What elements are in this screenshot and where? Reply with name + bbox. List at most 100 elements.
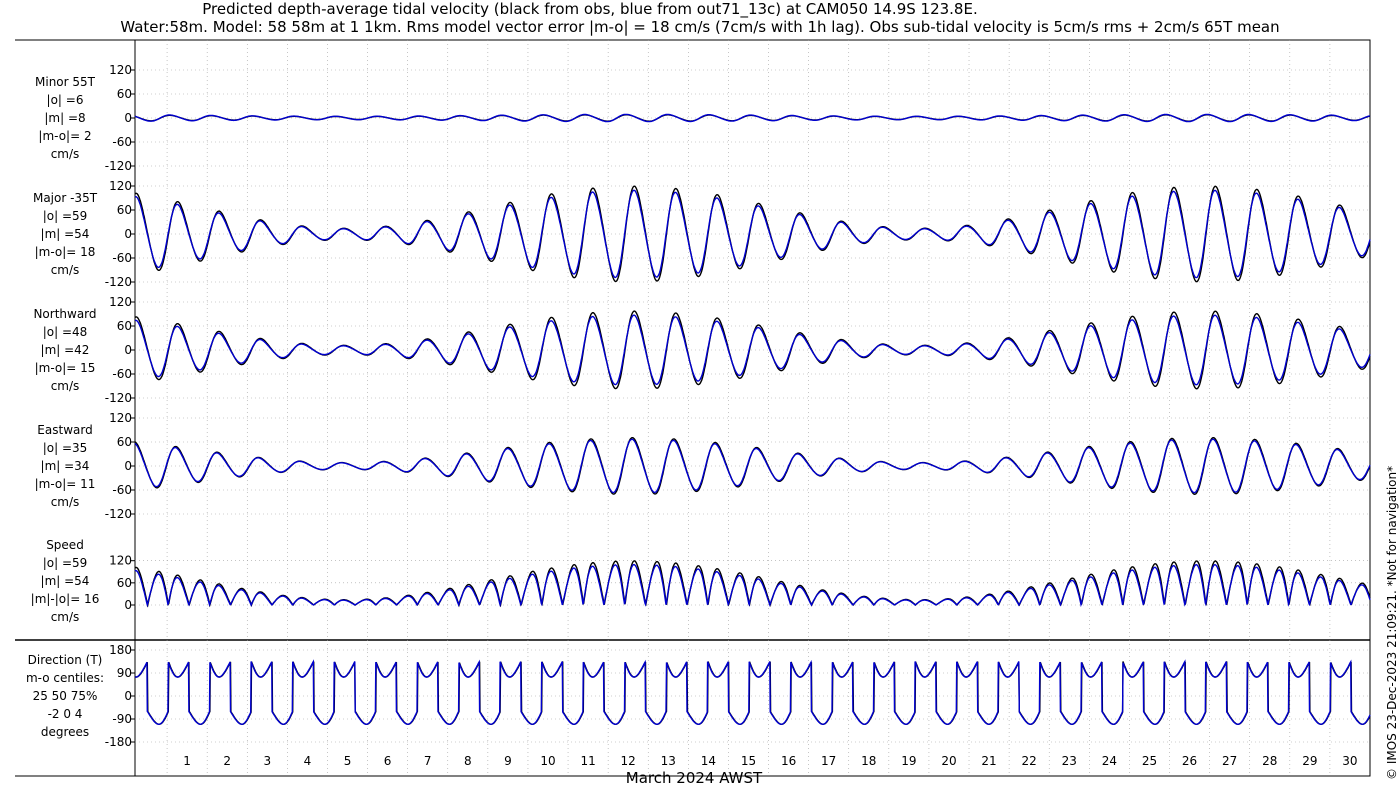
x-tick-label: 30 xyxy=(1342,754,1357,768)
x-tick-label: 12 xyxy=(621,754,636,768)
panel-label-minor: |m| =8 xyxy=(44,111,85,125)
y-tick-label-speed: 0 xyxy=(124,598,132,612)
y-tick-label-dir: -180 xyxy=(105,735,132,749)
x-axis: 1 2 3 4 5 6 7 8 9 10 11 12 13 14 15 16 17 18 19 20 21 22 23 24 2… xyxy=(183,754,1357,787)
panel-label-minor: Minor 55T xyxy=(35,75,96,89)
panel-label-north: |m-o|= 15 xyxy=(35,361,96,375)
tidal-velocity-chart: 120600-60-120Minor 55T|o| =6|m| =8|m-o|=… xyxy=(15,39,1371,787)
y-tick-label-speed: 120 xyxy=(109,554,132,568)
panel-label-speed: cm/s xyxy=(51,610,80,624)
x-tick-label: 7 xyxy=(424,754,432,768)
x-tick-label: 27 xyxy=(1222,754,1237,768)
x-tick-label: 10 xyxy=(540,754,555,768)
y-tick-label-minor: 120 xyxy=(109,63,132,77)
panel-label-minor: |m-o|= 2 xyxy=(38,129,91,143)
y-tick-label-minor: 0 xyxy=(124,111,132,125)
y-tick-label-major: 120 xyxy=(109,179,132,193)
series-model-dir xyxy=(134,659,1371,726)
y-tick-label-minor: -60 xyxy=(112,135,132,149)
panel-label-east: |o| =35 xyxy=(43,441,88,455)
panel-label-dir: -2 0 4 xyxy=(48,707,83,721)
panel-label-major: cm/s xyxy=(51,263,80,277)
x-tick-label: 16 xyxy=(781,754,796,768)
panel-label-major: |m| =54 xyxy=(41,227,90,241)
y-tick-label-speed: 60 xyxy=(117,576,132,590)
panel-label-speed: |o| =59 xyxy=(43,556,88,570)
y-tick-label-north: 0 xyxy=(124,343,132,357)
y-tick-label-north: -60 xyxy=(112,367,132,381)
y-tick-label-east: -120 xyxy=(105,507,132,521)
panel-label-major: |m-o|= 18 xyxy=(35,245,96,259)
x-tick-label: 15 xyxy=(741,754,756,768)
y-tick-label-dir: 180 xyxy=(109,643,132,657)
panel-label-north: cm/s xyxy=(51,379,80,393)
data-series xyxy=(134,113,1371,726)
panel-label-major: Major -35T xyxy=(33,191,98,205)
x-tick-label: 6 xyxy=(384,754,392,768)
y-tick-label-north: 60 xyxy=(117,319,132,333)
y-tick-label-minor: -120 xyxy=(105,159,132,173)
x-tick-label: 13 xyxy=(661,754,676,768)
x-tick-label: 14 xyxy=(701,754,716,768)
x-tick-label: 4 xyxy=(304,754,312,768)
x-tick-label: 25 xyxy=(1142,754,1157,768)
y-tick-label-dir: 0 xyxy=(124,689,132,703)
panel-label-speed: |m|-|o|= 16 xyxy=(31,592,100,606)
panel-label-major: |o| =59 xyxy=(43,209,88,223)
y-tick-label-dir: 90 xyxy=(117,666,132,680)
x-tick-label: 2 xyxy=(223,754,231,768)
x-tick-label: 5 xyxy=(344,754,352,768)
x-tick-label: 3 xyxy=(264,754,272,768)
panel-label-dir: degrees xyxy=(41,725,89,739)
y-tick-label-north: -120 xyxy=(105,391,132,405)
y-tick-label-minor: 60 xyxy=(117,87,132,101)
y-tick-label-east: -60 xyxy=(112,483,132,497)
series-model-north xyxy=(134,314,1371,386)
x-tick-label: 22 xyxy=(1022,754,1037,768)
y-tick-label-major: -60 xyxy=(112,251,132,265)
panel-label-north: Northward xyxy=(33,307,96,321)
panel-label-east: cm/s xyxy=(51,495,80,509)
panel-labels: 120 60 0 -60 -120 Minor 55T |o| =6 |m| =8 |m-o|=… xyxy=(26,63,135,749)
y-tick-label-east: 0 xyxy=(124,459,132,473)
x-tick-label: 18 xyxy=(861,754,876,768)
y-tick-label-north: 120 xyxy=(109,295,132,309)
series-model-major xyxy=(134,189,1371,279)
x-tick-label: 23 xyxy=(1062,754,1077,768)
panel-label-dir: Direction (T) xyxy=(28,653,103,667)
x-tick-label: 8 xyxy=(464,754,472,768)
y-tick-label-dir: -90 xyxy=(112,712,132,726)
series-obs-speed xyxy=(134,560,1371,608)
panel-label-east: |m| =34 xyxy=(41,459,90,473)
panel-label-dir: 25 50 75% xyxy=(33,689,98,703)
x-tick-label: 9 xyxy=(504,754,512,768)
x-tick-label: 19 xyxy=(901,754,916,768)
x-tick-label: 1 xyxy=(183,754,191,768)
x-tick-label: 11 xyxy=(580,754,595,768)
x-tick-label: 20 xyxy=(941,754,956,768)
series-model-east xyxy=(134,438,1371,494)
panel-label-north: |o| =48 xyxy=(43,325,88,339)
x-tick-label: 17 xyxy=(821,754,836,768)
y-tick-label-east: 60 xyxy=(117,435,132,449)
x-axis-label: March 2024 AWST xyxy=(626,769,763,787)
panel-label-east: Eastward xyxy=(37,423,92,437)
y-tick-label-major: -120 xyxy=(105,275,132,289)
x-tick-label: 24 xyxy=(1102,754,1117,768)
panel-label-speed: Speed xyxy=(46,538,84,552)
panel-label-speed: |m| =54 xyxy=(41,574,90,588)
panel-label-north: |m| =42 xyxy=(41,343,90,357)
y-tick-label-major: 60 xyxy=(117,203,132,217)
panel-label-east: |m-o|= 11 xyxy=(35,477,96,491)
panel-label-dir: m-o centiles: xyxy=(26,671,104,685)
y-tick-label-major: 0 xyxy=(124,227,132,241)
panel-label-minor: cm/s xyxy=(51,147,80,161)
x-tick-label: 29 xyxy=(1302,754,1317,768)
x-tick-label: 26 xyxy=(1182,754,1197,768)
x-tick-label: 28 xyxy=(1262,754,1277,768)
series-obs-east xyxy=(134,437,1371,496)
x-tick-label: 21 xyxy=(981,754,996,768)
panel-label-minor: |o| =6 xyxy=(47,93,84,107)
y-tick-label-east: 120 xyxy=(109,411,132,425)
series-model-minor xyxy=(134,113,1371,123)
